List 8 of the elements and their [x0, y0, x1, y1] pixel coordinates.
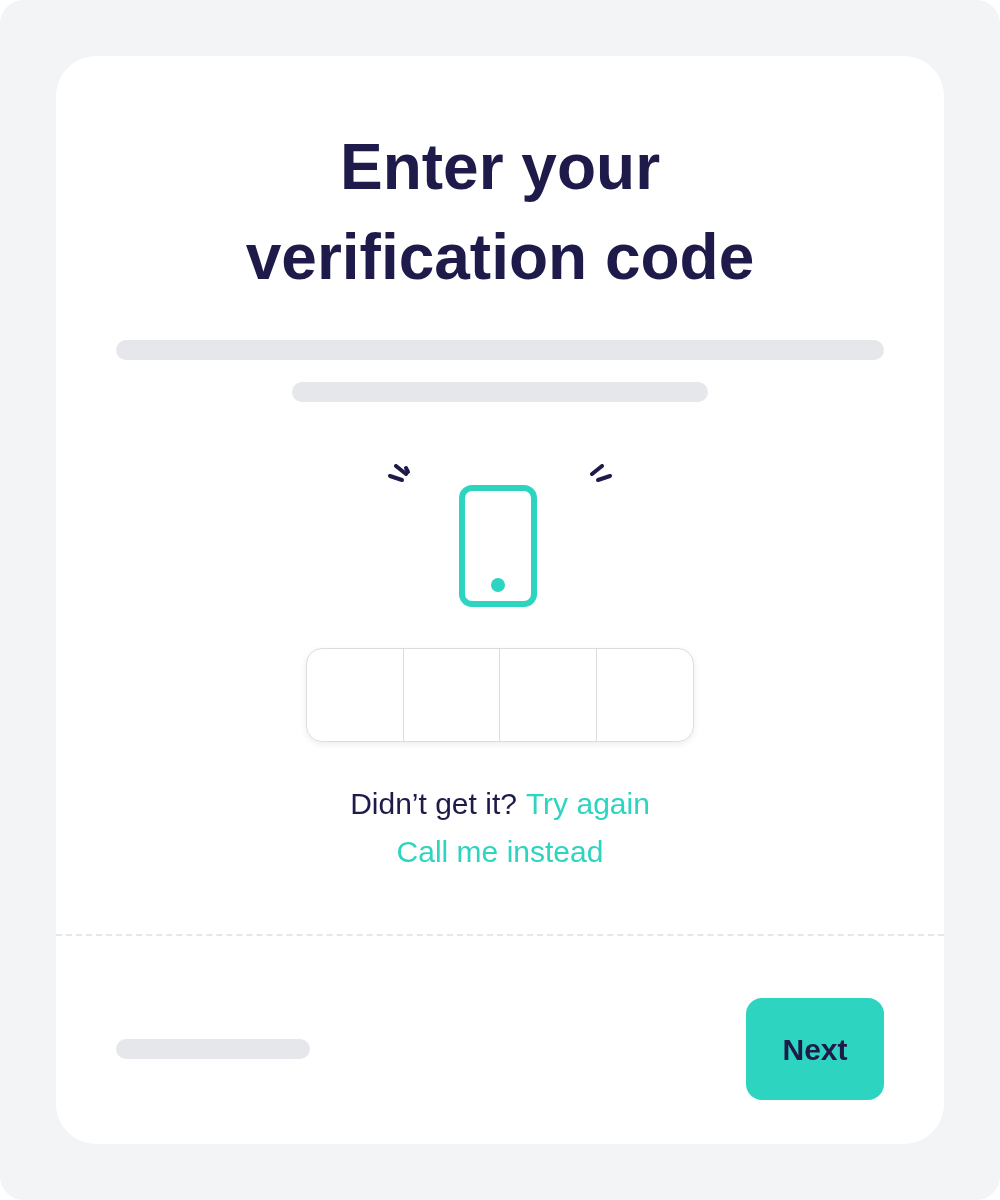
call-me-link[interactable]: Call me instead	[396, 832, 604, 872]
resend-prompt: Didn’t get it?	[350, 786, 517, 822]
try-again-link[interactable]: Try again	[525, 784, 650, 824]
next-button[interactable]: Next	[746, 998, 884, 1100]
page-title: Enter your	[339, 130, 661, 205]
ringing-phone-icon	[386, 464, 614, 608]
page-title: verification code	[245, 220, 755, 295]
code-input-field[interactable]	[306, 648, 694, 742]
